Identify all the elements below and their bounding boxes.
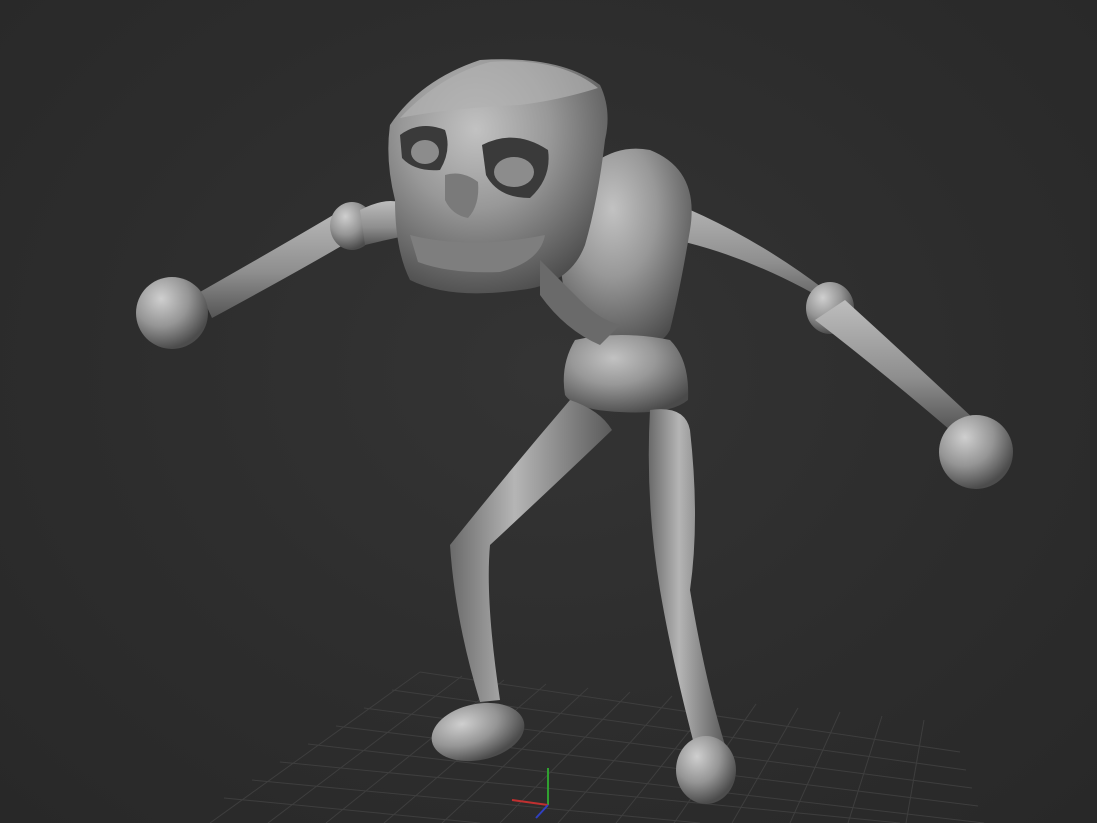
right-hand-ball xyxy=(939,415,1013,489)
left-hand-ball xyxy=(136,277,208,349)
left-leg xyxy=(450,400,612,702)
left-eye xyxy=(411,140,439,164)
right-eye xyxy=(494,157,534,187)
sculpt-figure[interactable] xyxy=(136,59,1013,804)
viewport-canvas[interactable] xyxy=(0,0,1097,823)
x-axis-line xyxy=(511,799,549,806)
pelvis xyxy=(563,335,689,413)
left-foot xyxy=(431,702,525,762)
right-leg xyxy=(648,409,725,748)
3d-viewport[interactable] xyxy=(0,0,1097,823)
right-foot xyxy=(676,736,736,804)
right-forearm xyxy=(815,300,975,430)
floor-grid xyxy=(209,671,985,823)
